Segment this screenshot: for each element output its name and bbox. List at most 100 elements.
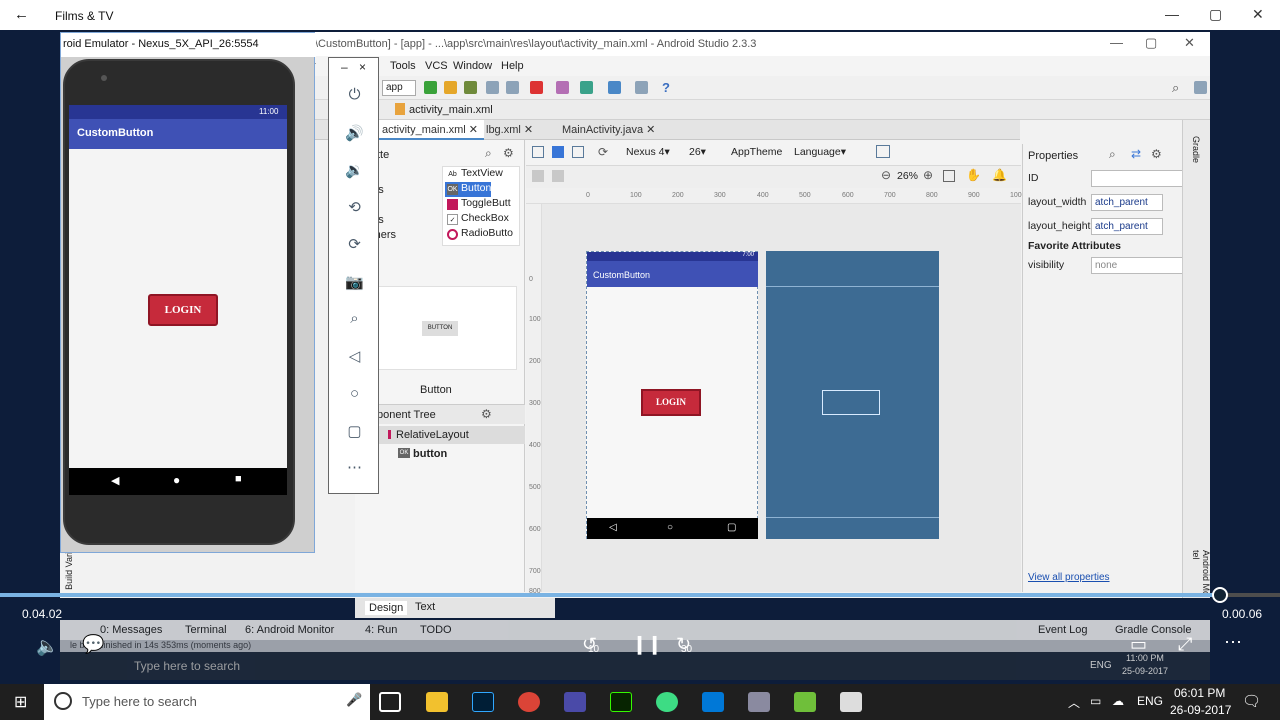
build-variants-tab[interactable]: Build Vari xyxy=(64,552,74,590)
palette-item-radiobutton[interactable]: RadioButto xyxy=(445,227,513,242)
preview-login-button[interactable]: LOGIN xyxy=(641,389,701,416)
view-all-properties-link[interactable]: View all properties xyxy=(1028,572,1110,583)
dreamweaver-icon[interactable] xyxy=(610,692,632,712)
studio-close-icon[interactable]: ✕ xyxy=(1184,35,1195,51)
stop-icon[interactable] xyxy=(530,81,543,94)
more-options-icon[interactable]: ⋯ xyxy=(1224,632,1242,653)
emulator-screen[interactable]: 11:00 CustomButton LOGIN ◀ ● ■ xyxy=(69,105,287,495)
properties-toggle-icon[interactable]: ⇄ xyxy=(1131,147,1141,161)
layers-icon[interactable] xyxy=(572,146,584,158)
orientation-icon[interactable]: ⟳ xyxy=(598,145,608,159)
device-select[interactable]: Nexus 4▾ xyxy=(626,146,670,158)
volume-up-icon[interactable]: 🔊 xyxy=(329,124,380,142)
fullscreen-icon[interactable]: ⤢ xyxy=(1178,634,1192,655)
home-icon[interactable]: ● xyxy=(173,473,180,487)
back-arrow-icon[interactable]: ← xyxy=(14,6,29,23)
studio-maximize-icon[interactable]: ▢ xyxy=(1145,35,1157,51)
gradle-tab[interactable]: Gradle xyxy=(1191,136,1201,163)
warnings-bell-icon[interactable]: 🔔 xyxy=(992,168,1007,182)
zoom-icon[interactable]: ⌕ xyxy=(329,310,380,327)
edge-icon[interactable] xyxy=(702,692,724,712)
properties-search-icon[interactable]: ⌕ xyxy=(1109,147,1116,162)
seek-bar[interactable] xyxy=(0,587,1280,603)
login-button[interactable]: LOGIN xyxy=(148,294,218,326)
tree-item-relativelayout[interactable]: RelativeLayout xyxy=(355,426,525,444)
menu-vcs[interactable]: VCS xyxy=(425,60,448,72)
maximize-icon[interactable]: ▢ xyxy=(1209,6,1222,23)
home-icon[interactable]: ○ xyxy=(329,385,380,402)
tree-item-button[interactable]: OK button xyxy=(355,445,525,463)
photoshop-icon[interactable] xyxy=(472,692,494,712)
tray-chevron-icon[interactable]: ︿ xyxy=(1068,694,1080,711)
help-icon[interactable]: ? xyxy=(662,80,670,95)
sync-icon[interactable] xyxy=(580,81,593,94)
design-view-icon[interactable] xyxy=(532,146,544,158)
palette-gear-icon[interactable]: ⚙ xyxy=(503,146,514,160)
pan-hand-icon[interactable]: ✋ xyxy=(966,168,981,182)
back-icon[interactable]: ◀ xyxy=(111,474,119,487)
structure-icon[interactable] xyxy=(635,81,648,94)
toolbar-extra-icon[interactable] xyxy=(1194,81,1207,94)
run-config-select[interactable]: app xyxy=(382,80,416,96)
layout-variants-icon[interactable] xyxy=(876,145,890,158)
breadcrumb-file[interactable]: activity_main.xml xyxy=(409,104,493,116)
tab-lbg[interactable]: lbg.xml ✕ xyxy=(480,120,539,140)
prop-id-input[interactable] xyxy=(1091,170,1183,187)
network-icon[interactable]: ☁ xyxy=(1112,694,1124,708)
design-preview-phone[interactable]: 7:00 CustomButton LOGIN ◁ ○ ▢ xyxy=(586,251,758,539)
language-select[interactable]: Language▾ xyxy=(794,146,846,158)
prop-visibility-select[interactable]: none xyxy=(1091,257,1183,274)
constraint-icon[interactable] xyxy=(552,170,564,182)
taskbar-search[interactable]: Type here to search 🎤 xyxy=(44,684,370,720)
tab-activity-main[interactable]: activity_main.xml ✕ xyxy=(376,120,485,140)
recents-icon[interactable]: ■ xyxy=(235,473,242,485)
prop-width-input[interactable]: atch_parent xyxy=(1091,194,1163,211)
palette-item-checkbox[interactable]: ✓ CheckBox xyxy=(445,212,509,227)
volume-down-icon[interactable]: 🔉 xyxy=(329,161,380,179)
tab-design[interactable]: Design xyxy=(365,601,408,615)
sdk-icon[interactable] xyxy=(556,81,569,94)
back-icon[interactable]: ◁ xyxy=(329,347,380,365)
volume-icon[interactable]: 🔈 xyxy=(36,636,58,657)
emulator-close-icon[interactable]: × xyxy=(359,60,366,74)
zoom-out-icon[interactable]: ⊖ xyxy=(881,168,891,182)
profile-icon[interactable] xyxy=(486,81,499,94)
language-indicator[interactable]: ENG xyxy=(1137,694,1163,708)
microphone-icon[interactable]: 🎤 xyxy=(346,692,362,708)
battery-icon[interactable]: ▭ xyxy=(1090,694,1101,708)
more-icon[interactable]: ⋯ xyxy=(329,458,380,476)
android-model-tab[interactable]: Android Mo tel xyxy=(1191,550,1211,598)
seek-thumb[interactable] xyxy=(1212,587,1228,603)
clock-date[interactable]: 26-09-2017 xyxy=(1170,703,1231,717)
zoom-in-icon[interactable]: ⊕ xyxy=(923,168,933,182)
palette-search-icon[interactable]: ⌕ xyxy=(485,146,492,161)
pan-icon[interactable] xyxy=(532,170,544,182)
android-studio-icon[interactable] xyxy=(656,692,678,712)
menu-tools[interactable]: Tools xyxy=(390,60,416,72)
camera-icon[interactable]: 📷 xyxy=(329,273,380,291)
app-icon[interactable] xyxy=(564,692,586,712)
run-icon[interactable] xyxy=(424,81,437,94)
close-icon[interactable]: ✕ xyxy=(1252,6,1264,23)
tree-gear-icon[interactable]: ⚙ xyxy=(481,407,492,421)
power-icon[interactable]: ⏻ xyxy=(329,86,380,103)
studio-minimize-icon[interactable]: — xyxy=(1110,35,1123,50)
pause-icon[interactable]: ❙❙ xyxy=(632,634,662,655)
menu-window[interactable]: Window xyxy=(453,60,492,72)
clock-time[interactable]: 06:01 PM xyxy=(1174,686,1225,700)
windows-start-icon[interactable]: ⊞ xyxy=(14,692,27,712)
menu-help[interactable]: Help xyxy=(501,60,524,72)
minimize-icon[interactable]: — xyxy=(1165,6,1179,22)
avd-icon[interactable] xyxy=(608,81,621,94)
properties-gear-icon[interactable]: ⚙ xyxy=(1151,147,1162,161)
app-icon[interactable] xyxy=(748,692,770,712)
apply-changes-icon[interactable] xyxy=(444,81,457,94)
tab-text[interactable]: Text xyxy=(415,601,435,613)
subtitles-icon[interactable]: 💬 xyxy=(82,634,104,655)
palette-item-button[interactable]: OK Button xyxy=(445,182,492,197)
task-view-icon[interactable] xyxy=(379,692,401,712)
prop-height-input[interactable]: atch_parent xyxy=(1091,218,1163,235)
attach-icon[interactable] xyxy=(506,81,519,94)
search-icon[interactable]: ⌕ xyxy=(1172,80,1179,96)
theme-select[interactable]: AppTheme xyxy=(731,146,782,158)
